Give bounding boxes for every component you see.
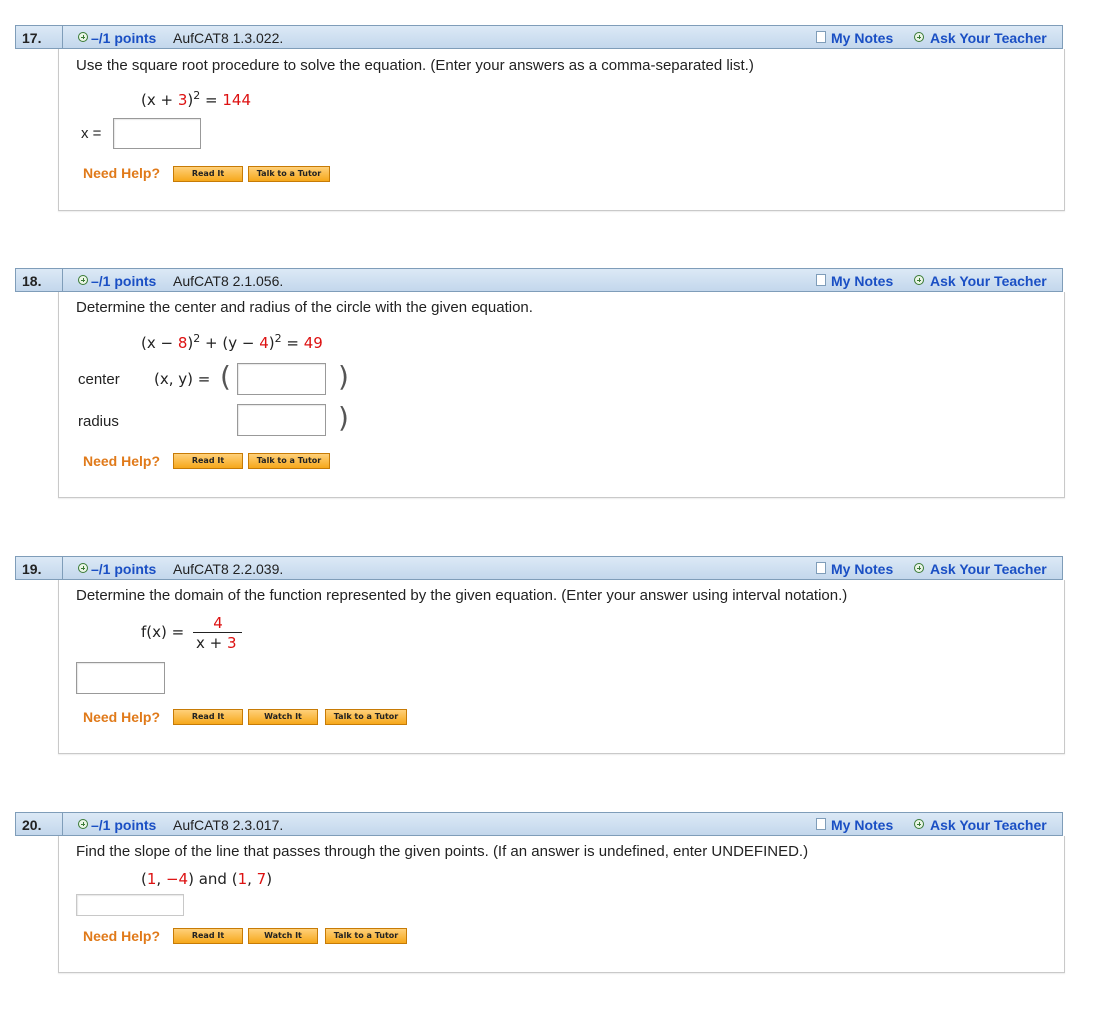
question-number: 19.: [22, 561, 42, 577]
numerator: 4: [213, 614, 223, 632]
question-number: 17.: [22, 30, 42, 46]
ask-teacher-link[interactable]: Ask Your Teacher: [930, 273, 1047, 289]
need-help-label: Need Help?: [83, 928, 161, 944]
equation: (x + 3)2 = 144: [141, 89, 251, 109]
question-code: AufCAT8 2.1.056.: [173, 273, 284, 289]
my-notes-link[interactable]: My Notes: [831, 561, 893, 577]
question-prompt: Use the square root procedure to solve t…: [76, 57, 754, 74]
notes-icon[interactable]: [816, 274, 826, 286]
slope-input[interactable]: [76, 894, 184, 916]
talk-to-tutor-button[interactable]: Talk to a Tutor: [248, 166, 330, 182]
expand-plus-icon[interactable]: [78, 819, 88, 829]
watch-it-button[interactable]: Watch It: [248, 928, 318, 944]
domain-input[interactable]: [76, 662, 165, 694]
center-input[interactable]: [237, 363, 326, 395]
my-notes-link[interactable]: My Notes: [831, 273, 893, 289]
ask-teacher-plus-icon[interactable]: [914, 563, 924, 573]
read-it-button[interactable]: Read It: [173, 453, 243, 469]
ask-teacher-link[interactable]: Ask Your Teacher: [930, 30, 1047, 46]
question-header: 19. –/1 points AufCAT8 2.2.039. My Notes…: [15, 556, 1063, 580]
need-help-label: Need Help?: [83, 453, 161, 469]
expand-plus-icon[interactable]: [78, 32, 88, 42]
points-link[interactable]: –/1 points: [91, 273, 156, 289]
talk-to-tutor-button[interactable]: Talk to a Tutor: [248, 453, 330, 469]
my-notes-link[interactable]: My Notes: [831, 817, 893, 833]
watch-it-button[interactable]: Watch It: [248, 709, 318, 725]
my-notes-link[interactable]: My Notes: [831, 30, 893, 46]
read-it-button[interactable]: Read It: [173, 928, 243, 944]
question-prompt: Determine the center and radius of the c…: [76, 299, 533, 316]
question-18: 18. –/1 points AufCAT8 2.1.056. My Notes…: [15, 268, 1065, 498]
divider: [62, 26, 63, 48]
ask-teacher-plus-icon[interactable]: [914, 32, 924, 42]
expand-plus-icon[interactable]: [78, 275, 88, 285]
answer-label: x =: [81, 125, 102, 142]
center-label: center: [78, 371, 120, 388]
question-prompt: Find the slope of the line that passes t…: [76, 843, 809, 860]
question-number: 18.: [22, 273, 42, 289]
open-paren: (: [220, 360, 231, 393]
read-it-button[interactable]: Read It: [173, 166, 243, 182]
notes-icon[interactable]: [816, 562, 826, 574]
points-link[interactable]: –/1 points: [91, 561, 156, 577]
question-code: AufCAT8 1.3.022.: [173, 30, 284, 46]
points-link[interactable]: –/1 points: [91, 817, 156, 833]
denominator: x + 3: [196, 634, 237, 652]
xy-label: (x, y) =: [154, 370, 211, 388]
points-expression: (1, −4) and (1, 7): [141, 870, 273, 888]
question-19: 19. –/1 points AufCAT8 2.2.039. My Notes…: [15, 556, 1065, 754]
notes-icon[interactable]: [816, 818, 826, 830]
question-header: 17. –/1 points AufCAT8 1.3.022. My Notes…: [15, 25, 1063, 49]
close-paren: ): [338, 360, 349, 393]
answer-input[interactable]: [113, 118, 201, 149]
question-prompt: Determine the domain of the function rep…: [76, 587, 848, 604]
talk-to-tutor-button[interactable]: Talk to a Tutor: [325, 928, 407, 944]
points-link[interactable]: –/1 points: [91, 30, 156, 46]
ask-teacher-plus-icon[interactable]: [914, 819, 924, 829]
close-paren: ): [338, 401, 349, 434]
expand-plus-icon[interactable]: [78, 563, 88, 573]
divider: [62, 813, 63, 835]
question-body: [58, 580, 1065, 754]
need-help-label: Need Help?: [83, 165, 161, 181]
divider: [62, 557, 63, 579]
question-number: 20.: [22, 817, 42, 833]
radius-label: radius: [78, 413, 119, 430]
question-header: 20. –/1 points AufCAT8 2.3.017. My Notes…: [15, 812, 1063, 836]
talk-to-tutor-button[interactable]: Talk to a Tutor: [325, 709, 407, 725]
ask-teacher-link[interactable]: Ask Your Teacher: [930, 561, 1047, 577]
question-20: 20. –/1 points AufCAT8 2.3.017. My Notes…: [15, 812, 1065, 973]
question-17: 17. –/1 points AufCAT8 1.3.022. My Notes…: [15, 25, 1065, 211]
fraction-bar: [193, 632, 242, 633]
divider: [62, 269, 63, 291]
notes-icon[interactable]: [816, 31, 826, 43]
function-label: f(x) =: [141, 623, 185, 641]
question-code: AufCAT8 2.2.039.: [173, 561, 284, 577]
read-it-button[interactable]: Read It: [173, 709, 243, 725]
question-code: AufCAT8 2.3.017.: [173, 817, 284, 833]
ask-teacher-plus-icon[interactable]: [914, 275, 924, 285]
question-header: 18. –/1 points AufCAT8 2.1.056. My Notes…: [15, 268, 1063, 292]
ask-teacher-link[interactable]: Ask Your Teacher: [930, 817, 1047, 833]
radius-input[interactable]: [237, 404, 326, 436]
equation: (x − 8)2 + (y − 4)2 = 49: [141, 332, 323, 352]
need-help-label: Need Help?: [83, 709, 161, 725]
